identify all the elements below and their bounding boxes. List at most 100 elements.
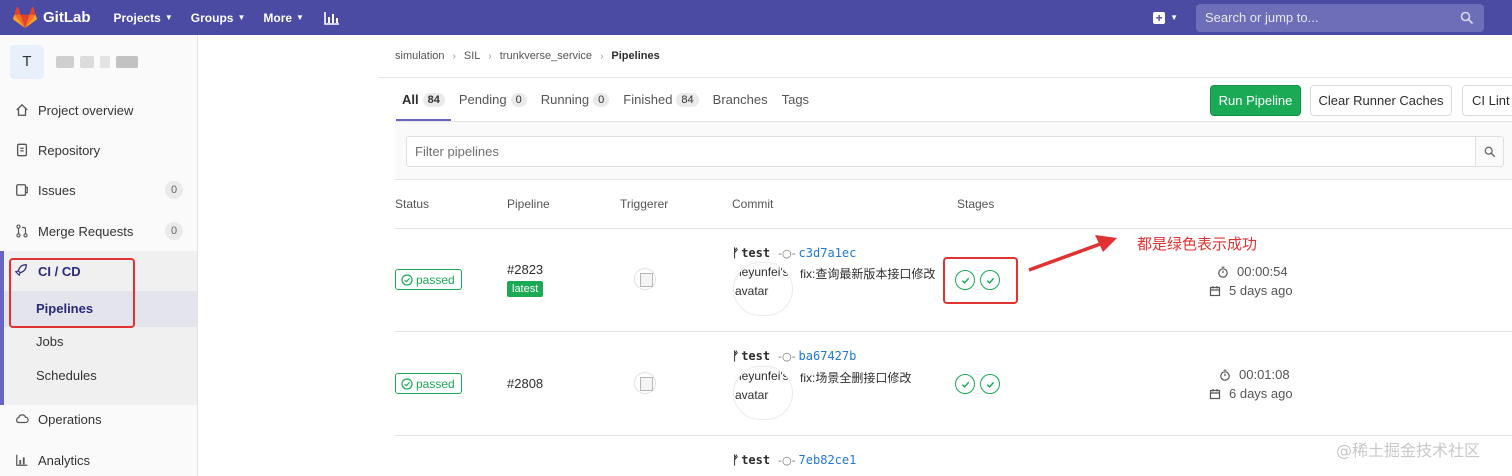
stage-status-passed[interactable] <box>955 374 975 394</box>
tab-label: Running <box>540 92 590 107</box>
ci-lint-button[interactable]: CI Lint <box>1462 85 1512 116</box>
global-search-input[interactable]: Search or jump to... <box>1196 3 1484 32</box>
tab-count: 84 <box>676 92 699 107</box>
brand-name: GitLab <box>43 9 91 26</box>
commit-sha-link[interactable]: -○- ba67427b <box>778 349 856 363</box>
commit-author-avatar[interactable]: heyunfei's avatar <box>733 262 793 316</box>
sidebar-item-label: Project overview <box>38 102 134 118</box>
column-header-triggerer: Triggerer <box>620 197 669 211</box>
stage-status-passed[interactable] <box>980 374 1000 394</box>
tab-label: All <box>402 92 419 107</box>
calendar-icon <box>1209 285 1221 296</box>
status-label: passed <box>416 376 455 391</box>
tab-count: 0 <box>510 92 527 107</box>
branch-ref[interactable]: ᚠ test <box>732 453 770 467</box>
tab-branches[interactable]: Branches <box>713 78 768 121</box>
triggerer-avatar[interactable] <box>634 268 656 290</box>
tab-label: Branches <box>712 92 768 107</box>
branch-icon: ᚠ <box>732 246 740 260</box>
branch-ref[interactable]: ᚠ test <box>732 246 770 260</box>
sidebar-subitem-jobs[interactable]: Jobs <box>36 334 63 349</box>
top-navbar: GitLab Projects ▼ Groups ▼ More ▼ + ▼ Searc… <box>0 0 1512 35</box>
check-circle-icon <box>401 273 413 286</box>
column-header-stages: Stages <box>957 197 995 211</box>
duration: 00:00:54 <box>1217 264 1288 279</box>
duration: 00:01:08 <box>1219 367 1290 382</box>
finished-value: 5 days ago <box>1229 283 1293 298</box>
check-icon <box>986 381 994 388</box>
commit-author-avatar[interactable]: heyunfei's avatar <box>733 366 793 420</box>
clear-runner-caches-button[interactable]: Clear Runner Caches <box>1310 85 1452 116</box>
nav-groups[interactable]: Groups ▼ <box>191 11 246 25</box>
breadcrumb-item[interactable]: SIL <box>464 50 481 62</box>
sidebar-item-label: Repository <box>38 142 101 158</box>
cloud-icon <box>14 411 30 427</box>
commit-sha: ba67427b <box>798 349 857 363</box>
activity-chart-icon[interactable] <box>324 11 340 25</box>
home-icon <box>14 102 30 118</box>
tab-label: Pending <box>458 92 507 107</box>
tab-running[interactable]: Running 0 <box>541 78 610 121</box>
breadcrumb-item[interactable]: simulation <box>395 50 445 62</box>
issues-count-badge: 0 <box>165 181 183 199</box>
run-pipeline-button[interactable]: Run Pipeline <box>1210 85 1301 116</box>
branch-icon: ᚠ <box>732 453 740 467</box>
issues-icon <box>14 182 30 198</box>
sidebar-item-merge-requests[interactable]: Merge Requests 0 <box>0 211 197 251</box>
sidebar-item-analytics[interactable]: Analytics <box>0 440 197 476</box>
status-badge[interactable]: passed <box>395 373 462 394</box>
commit-message-link[interactable]: fix:查询最新版本接口修改 <box>800 265 935 282</box>
chevron-right-icon: › <box>600 50 604 62</box>
sidebar-item-repository[interactable]: Repository <box>0 130 197 170</box>
chevron-right-icon: › <box>488 50 492 62</box>
new-item-button[interactable]: + ▼ <box>1153 11 1178 24</box>
nav-more[interactable]: More ▼ <box>263 11 304 25</box>
tab-tags[interactable]: Tags <box>782 78 809 121</box>
column-header-status: Status <box>395 197 430 211</box>
project-name-redacted <box>56 56 144 68</box>
status-badge[interactable]: passed <box>395 269 462 290</box>
branch-icon: ᚠ <box>732 349 740 363</box>
timer-icon <box>1218 266 1228 278</box>
tanuki-icon <box>13 6 37 28</box>
gitlab-logo[interactable]: GitLab <box>13 6 91 29</box>
sidebar-item-issues[interactable]: Issues 0 <box>0 170 197 210</box>
tab-pending[interactable]: Pending 0 <box>459 78 527 121</box>
triggerer-avatar[interactable] <box>634 372 656 394</box>
breadcrumb-current[interactable]: Pipelines <box>611 50 659 62</box>
sidebar-item-label: Operations <box>38 411 102 427</box>
search-icon <box>1484 146 1495 157</box>
search-placeholder: Search or jump to... <box>1205 10 1319 25</box>
annotation-arrow <box>1028 235 1117 272</box>
branch-name: test <box>741 246 771 260</box>
sidebar-item-label: Issues <box>38 182 76 198</box>
commit-sha-link[interactable]: -○- 7eb82ce1 <box>778 453 856 467</box>
breadcrumb-item[interactable]: trunkverse_service <box>500 50 592 62</box>
merge-request-icon <box>14 223 30 239</box>
finished-time: 5 days ago <box>1209 283 1293 298</box>
branch-ref[interactable]: ᚠ test <box>732 349 770 363</box>
calendar-icon <box>1209 388 1221 399</box>
pipeline-id-link[interactable]: #2823 <box>507 262 543 277</box>
filter-search-button[interactable] <box>1475 136 1504 167</box>
chevron-down-icon: ▼ <box>1170 13 1178 22</box>
watermark: @稀土掘金技术社区 <box>1336 441 1481 460</box>
nav-projects-label: Projects <box>113 10 161 25</box>
sidebar-item-operations[interactable]: Operations <box>0 399 197 439</box>
branch-name: test <box>741 453 771 467</box>
pipeline-id-link[interactable]: #2808 <box>507 376 543 391</box>
project-header[interactable]: T <box>10 45 144 79</box>
sidebar-item-project-overview[interactable]: Project overview <box>0 90 197 130</box>
tab-finished[interactable]: Finished 84 <box>623 78 699 121</box>
divider <box>395 435 1512 436</box>
divider <box>395 331 1512 332</box>
nav-projects[interactable]: Projects ▼ <box>114 11 173 25</box>
commit-sha-link[interactable]: -○- c3d7a1ec <box>778 246 856 260</box>
tab-all[interactable]: All 84 <box>396 78 451 121</box>
duration-value: 00:01:08 <box>1239 367 1290 382</box>
sidebar-subitem-schedules[interactable]: Schedules <box>36 368 97 383</box>
commit-message-link[interactable]: fix:场景全删接口修改 <box>800 369 911 386</box>
filter-pipelines-input[interactable]: Filter pipelines <box>406 136 1476 167</box>
commit-icon: -○- <box>778 453 796 467</box>
merge-requests-count-badge: 0 <box>165 222 183 240</box>
